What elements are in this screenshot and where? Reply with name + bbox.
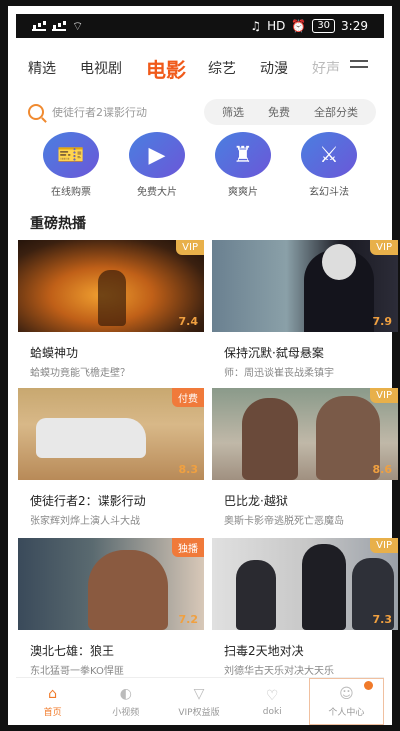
section-title: 重磅热播 — [30, 216, 86, 232]
nav-label: doki — [262, 706, 282, 717]
notification-dot — [364, 681, 374, 690]
movie-desc: 奥斯卡影帝逃脱死亡恶魔岛 — [224, 516, 344, 527]
vip-badge: VIP — [370, 538, 398, 553]
shortcut-cheers[interactable]: ♜ 爽爽片 — [200, 132, 286, 200]
shortcut-fantasy[interactable]: ⚔ 玄幻斗法 — [286, 132, 372, 200]
menu-icon[interactable] — [350, 60, 368, 74]
status-bar: ⌔ ♫ HD ⏰ 30 3:29 — [16, 14, 384, 38]
poster-image: VIP 7.4 — [18, 240, 204, 332]
film-icon: ▶ — [129, 132, 185, 178]
movie-desc: 师：周迅谈崔丧战柔镇宇 — [224, 368, 334, 379]
nav-short-video[interactable]: ◐ 小视频 — [89, 678, 162, 725]
face-icon: ☺ — [339, 686, 354, 702]
tab-tv-series[interactable]: 电视剧 — [80, 58, 122, 78]
shortcut-label: 在线购票 — [51, 187, 91, 198]
movie-desc: 张家辉刘烨上演人斗大战 — [30, 516, 140, 527]
score: 8.3 — [178, 463, 199, 476]
movie-card[interactable]: VIP 7.3 扫毒2天地对决 刘德华古天乐对决大天乐 — [212, 538, 398, 677]
phone-frame: ⌔ ♫ HD ⏰ 30 3:29 精选 电视剧 电影 综艺 动漫 好声 使徒行者… — [0, 0, 400, 731]
grid-row: 付费 8.3 使徒行者2：谍影行动 张家辉刘烨上演人斗大战 VIP 8.6 巴比… — [18, 388, 398, 538]
all-categories-button[interactable]: 全部分类 — [302, 104, 370, 120]
score: 7.2 — [178, 613, 199, 626]
ticket-icon: 🎫 — [43, 132, 99, 178]
movie-title: 巴比龙·越狱 — [224, 494, 288, 508]
movie-title: 蛤蟆神功 — [30, 346, 79, 360]
clock: 3:29 — [341, 19, 368, 33]
movie-desc: 东北猛哥一拳KO悍匪 — [30, 666, 124, 677]
movie-desc: 蛤蟆功竟能飞檐走壁？ — [30, 368, 130, 379]
search-row: 使徒行者2谍影行动 筛选 免费 全部分类 — [28, 98, 376, 126]
filter-bar: 筛选 免费 全部分类 — [204, 99, 376, 125]
tab-variety[interactable]: 综艺 — [208, 58, 236, 78]
poster-image: VIP 8.6 — [212, 388, 398, 480]
shortcut-label: 免费大片 — [137, 187, 177, 198]
shortcut-label: 爽爽片 — [228, 187, 258, 198]
movie-title: 澳北七雄：狼王 — [30, 644, 115, 658]
movie-card[interactable]: VIP 8.6 巴比龙·越狱 奥斯卡影帝逃脱死亡恶魔岛 — [212, 388, 398, 538]
home-icon: ⌂ — [48, 686, 58, 702]
vip-icon: ▽ — [193, 686, 205, 702]
shortcut-classic[interactable]: ★ 经 — [372, 132, 384, 200]
movie-title: 扫毒2天地对决 — [224, 644, 304, 658]
filter-button[interactable]: 筛选 — [210, 104, 256, 120]
battery-icon: 30 — [312, 19, 336, 33]
shortcut-ticket[interactable]: 🎫 在线购票 — [28, 132, 114, 200]
signal-icon — [32, 21, 46, 31]
movie-title: 使徒行者2：谍影行动 — [30, 494, 146, 508]
score: 7.9 — [372, 315, 393, 328]
cheers-icon: ♜ — [215, 132, 271, 178]
vip-badge: VIP — [370, 240, 398, 255]
search-input[interactable]: 使徒行者2谍影行动 — [52, 104, 204, 120]
poster-image: 独播 7.2 — [18, 538, 204, 630]
vip-badge: VIP — [370, 388, 398, 403]
tab-movies[interactable]: 电影 — [146, 54, 186, 83]
shortcut-label: 玄幻斗法 — [309, 187, 349, 198]
tab-featured[interactable]: 精选 — [28, 58, 56, 78]
score: 8.6 — [372, 463, 393, 476]
sword-icon: ⚔ — [301, 132, 357, 178]
grid-row: 独播 7.2 澳北七雄：狼王 东北猛哥一拳KO悍匪 VIP 7.3 扫毒2天地对… — [18, 538, 398, 677]
poster-image: VIP 7.9 — [212, 240, 398, 332]
signal-icon-2 — [52, 21, 66, 31]
nav-vip[interactable]: ▽ VIP权益版 — [162, 678, 235, 725]
heart-icon: ♡ — [265, 687, 279, 704]
nav-home[interactable]: ⌂ 首页 — [16, 678, 89, 725]
poster-image: 付费 8.3 — [18, 388, 204, 480]
movie-card[interactable]: 独播 7.2 澳北七雄：狼王 东北猛哥一拳KO悍匪 — [18, 538, 204, 677]
movie-grid: VIP 7.4 蛤蟆神功 蛤蟆功竟能飞檐走壁？ VIP 7.9 保持沉默·弑母悬… — [18, 240, 398, 677]
grid-row: VIP 7.4 蛤蟆神功 蛤蟆功竟能飞檐走壁？ VIP 7.9 保持沉默·弑母悬… — [18, 240, 398, 388]
bottom-nav: ⌂ 首页 ◐ 小视频 ▽ VIP权益版 ♡ doki ☺ 个人中心 — [16, 677, 385, 725]
shortcut-row: 🎫 在线购票 ▶ 免费大片 ♜ 爽爽片 ⚔ 玄幻斗法 ★ 经 — [28, 132, 384, 200]
shortcut-free-film[interactable]: ▶ 免费大片 — [114, 132, 200, 200]
movie-card[interactable]: 付费 8.3 使徒行者2：谍影行动 张家辉刘烨上演人斗大战 — [18, 388, 204, 538]
movie-card[interactable]: VIP 7.4 蛤蟆神功 蛤蟆功竟能飞檐走壁？ — [18, 240, 204, 388]
score: 7.3 — [372, 613, 393, 626]
movie-title: 保持沉默·弑母悬案 — [224, 346, 324, 360]
poster-image: VIP 7.3 — [212, 538, 398, 630]
exclusive-badge: 独播 — [172, 538, 204, 557]
nav-label: 首页 — [43, 708, 62, 718]
wifi-icon: ⌔ — [72, 18, 84, 33]
tab-anime[interactable]: 动漫 — [260, 58, 288, 78]
paid-badge: 付费 — [172, 388, 204, 407]
search-icon[interactable] — [28, 104, 44, 120]
free-filter-button[interactable]: 免费 — [256, 104, 302, 120]
category-tabs: 精选 电视剧 电影 综艺 动漫 好声 — [28, 48, 376, 88]
nav-profile[interactable]: ☺ 个人中心 — [308, 678, 385, 725]
hd-label: HD — [267, 19, 286, 33]
nav-label: 个人中心 — [328, 708, 365, 718]
score: 7.4 — [178, 315, 199, 328]
movie-card[interactable]: VIP 7.9 保持沉默·弑母悬案 师：周迅谈崔丧战柔镇宇 — [212, 240, 398, 388]
headphone-icon: ♫ — [250, 19, 262, 33]
nav-label: 小视频 — [112, 708, 140, 718]
drop-icon: ◐ — [119, 686, 132, 702]
movie-desc: 刘德华古天乐对决大天乐 — [224, 666, 334, 677]
vip-badge: VIP — [176, 240, 204, 255]
alarm-icon: ⏰ — [291, 19, 307, 33]
tab-more[interactable]: 好声 — [312, 58, 340, 78]
nav-doki[interactable]: ♡ doki — [236, 678, 309, 725]
nav-label: VIP权益版 — [178, 708, 220, 718]
